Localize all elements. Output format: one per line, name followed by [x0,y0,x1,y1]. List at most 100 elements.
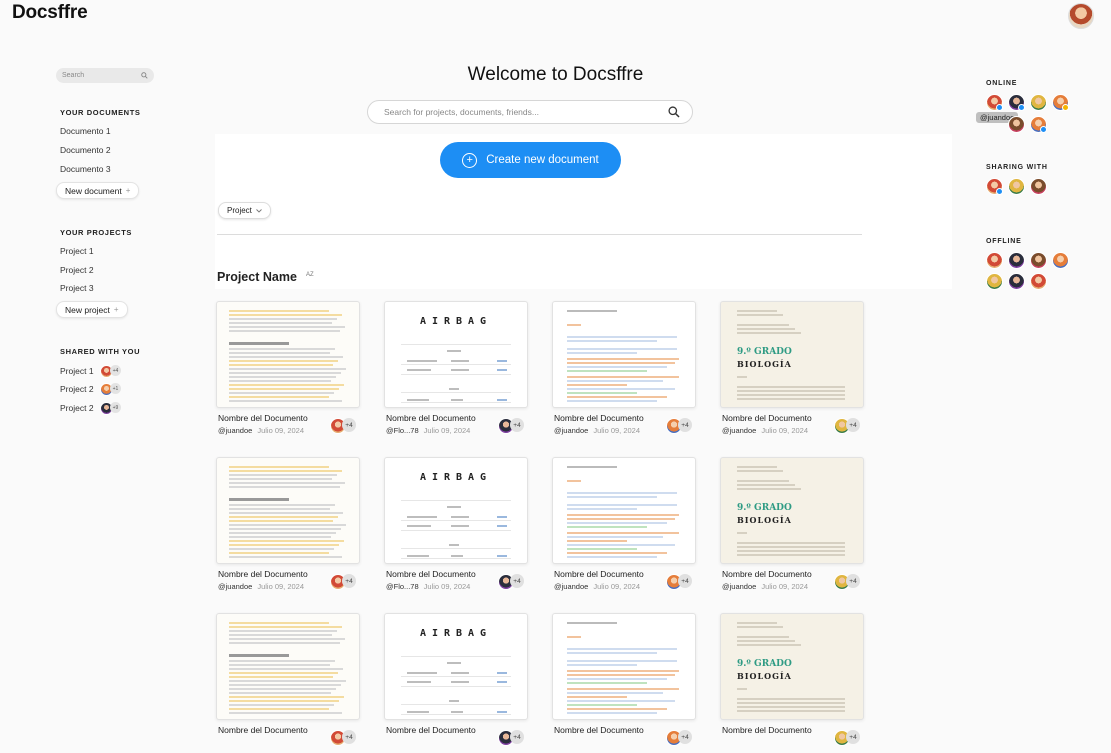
avatar-icon[interactable] [1030,94,1047,111]
document-card[interactable]: AIRBAG Nombre del Documento @Flo...78 Julio… [384,301,528,441]
main-search-input[interactable]: Search for projects, documents, friends.… [367,100,693,124]
sidebar-item-project-2[interactable]: Project 2 [60,265,94,275]
filter-label: Project [227,206,252,215]
avatar-icon[interactable] [1030,178,1047,195]
shared-count: +4 [110,365,121,376]
document-name: Nombre del Documento [218,413,308,423]
document-meta: @juandoe Julio 09, 2024 [554,582,640,591]
document-author: @Flo...78 [386,426,419,435]
collaborator-count: +4 [846,730,860,744]
avatar-icon[interactable] [986,273,1003,290]
biology-title: BIOLOGÍA [737,671,792,681]
create-new-document-button[interactable]: + Create new document [440,142,621,178]
collaborator-count: +4 [678,730,692,744]
sidebar-item-project-3[interactable]: Project 3 [60,283,94,293]
document-author: @juandoe [722,426,757,435]
sharing-with-title: SHARING WITH [986,164,1048,171]
document-card[interactable]: Nombre del Documento @juandoe Julio 09, 20… [552,457,696,597]
document-date: Julio 09, 2024 [257,582,305,591]
sidebar-item-document-1[interactable]: Documento 1 [60,126,111,136]
online-title: ONLINE [986,80,1018,87]
document-card[interactable]: AIRBAG Nombre del Documento @Flo...78 Julio… [384,457,528,597]
document-name: Nombre del Documento [722,569,812,579]
document-card[interactable]: Nombre del Documento @juandoe Julio 09, 20… [216,457,360,597]
document-thumbnail: 9.º GRADO BIOLOGÍA [720,457,864,564]
document-author: @Flo...78 [386,582,419,591]
shared-item-project-2[interactable]: Project 2 [60,384,94,394]
plus-icon: + [125,186,131,195]
document-name: Nombre del Documento [218,569,308,579]
document-date: Julio 09, 2024 [257,426,305,435]
grade-title: 9.º GRADO [737,347,792,357]
sidebar-item-project-1[interactable]: Project 1 [60,246,94,256]
document-name: Nombre del Documento [554,569,644,579]
collaborator-count: +4 [678,574,692,588]
document-card[interactable]: 9.º GRADO BIOLOGÍA Nombre del Documento +4 [720,613,864,753]
offline-title: OFFLINE [986,238,1022,245]
document-date: Julio 09, 2024 [423,426,471,435]
collaborator-count: +4 [510,730,524,744]
document-card[interactable]: Nombre del Documento +4 [216,613,360,753]
avatar-icon[interactable] [1008,273,1025,290]
document-card[interactable]: Nombre del Documento +4 [552,613,696,753]
document-name: Nombre del Documento [386,569,476,579]
avatar-icon[interactable] [1008,116,1025,133]
document-name: Nombre del Documento [554,413,644,423]
shared-item-project-1[interactable]: Project 1 [60,366,94,376]
document-date: Julio 09, 2024 [593,582,641,591]
shared-with-you-title: SHARED WITH YOU [60,347,141,356]
user-avatar[interactable] [1068,3,1094,29]
shared-count: +1 [110,383,121,394]
new-document-button[interactable]: New document + [56,182,140,199]
document-meta [386,738,391,747]
document-name: Nombre del Documento [218,725,308,735]
sort-az-icon[interactable]: AZ [306,272,314,278]
document-card[interactable]: 9.º GRADO BIOLOGÍA Nombre del Documento @ju… [720,457,864,597]
app-logo[interactable]: Docsffre [12,2,88,24]
document-thumbnail [216,301,360,408]
document-card[interactable]: 9.º GRADO BIOLOGÍA Nombre del Documento @ju… [720,301,864,441]
project-filter-dropdown[interactable]: Project [218,202,271,219]
document-meta [554,738,559,747]
your-documents-title: YOUR DOCUMENTS [60,108,141,117]
collaborator-count: +4 [342,418,356,432]
new-project-button[interactable]: New project + [56,301,128,318]
shared-count: +9 [110,402,121,413]
collaborator-count: +4 [678,418,692,432]
avatar-icon[interactable] [1030,273,1047,290]
biology-title: BIOLOGÍA [737,359,792,369]
document-card[interactable]: AIRBAG Nombre del Documento +4 [384,613,528,753]
welcome-heading: Welcome to Docsffre [467,64,644,85]
document-card[interactable]: Nombre del Documento @juandoe Julio 09, 20… [216,301,360,441]
online-dot [1040,126,1047,133]
project-name-heading: Project Name [217,270,297,284]
avatar-icon[interactable] [986,252,1003,269]
main-search-placeholder: Search for projects, documents, friends.… [384,107,539,117]
grade-title: 9.º GRADO [737,503,792,513]
avatar-icon[interactable] [1030,252,1047,269]
document-date: Julio 09, 2024 [761,582,809,591]
shared-item-project-2b[interactable]: Project 2 [60,403,94,413]
collaborator-count: +4 [846,418,860,432]
document-meta: @juandoe Julio 09, 2024 [218,426,304,435]
document-date: Julio 09, 2024 [423,582,471,591]
document-date: Julio 09, 2024 [761,426,809,435]
document-author: @juandoe [554,426,589,435]
avatar-icon[interactable] [1008,252,1025,269]
avatar-icon[interactable] [1052,252,1069,269]
create-button-label: Create new document [486,154,599,166]
sidebar-item-document-2[interactable]: Documento 2 [60,145,111,155]
airbag-title: AIRBAG [419,316,493,327]
search-icon[interactable] [668,106,680,118]
document-thumbnail [216,457,360,564]
collaborator-count: +4 [510,574,524,588]
document-card[interactable]: Nombre del Documento @juandoe Julio 09, 20… [552,301,696,441]
your-projects-title: YOUR PROJECTS [60,228,132,237]
document-name: Nombre del Documento [722,413,812,423]
avatar-icon[interactable] [1008,178,1025,195]
document-thumbnail: AIRBAG [384,457,528,564]
grade-title: 9.º GRADO [737,659,792,669]
sidebar-item-document-3[interactable]: Documento 3 [60,164,111,174]
document-meta [722,738,727,747]
chevron-down-icon [256,208,262,213]
